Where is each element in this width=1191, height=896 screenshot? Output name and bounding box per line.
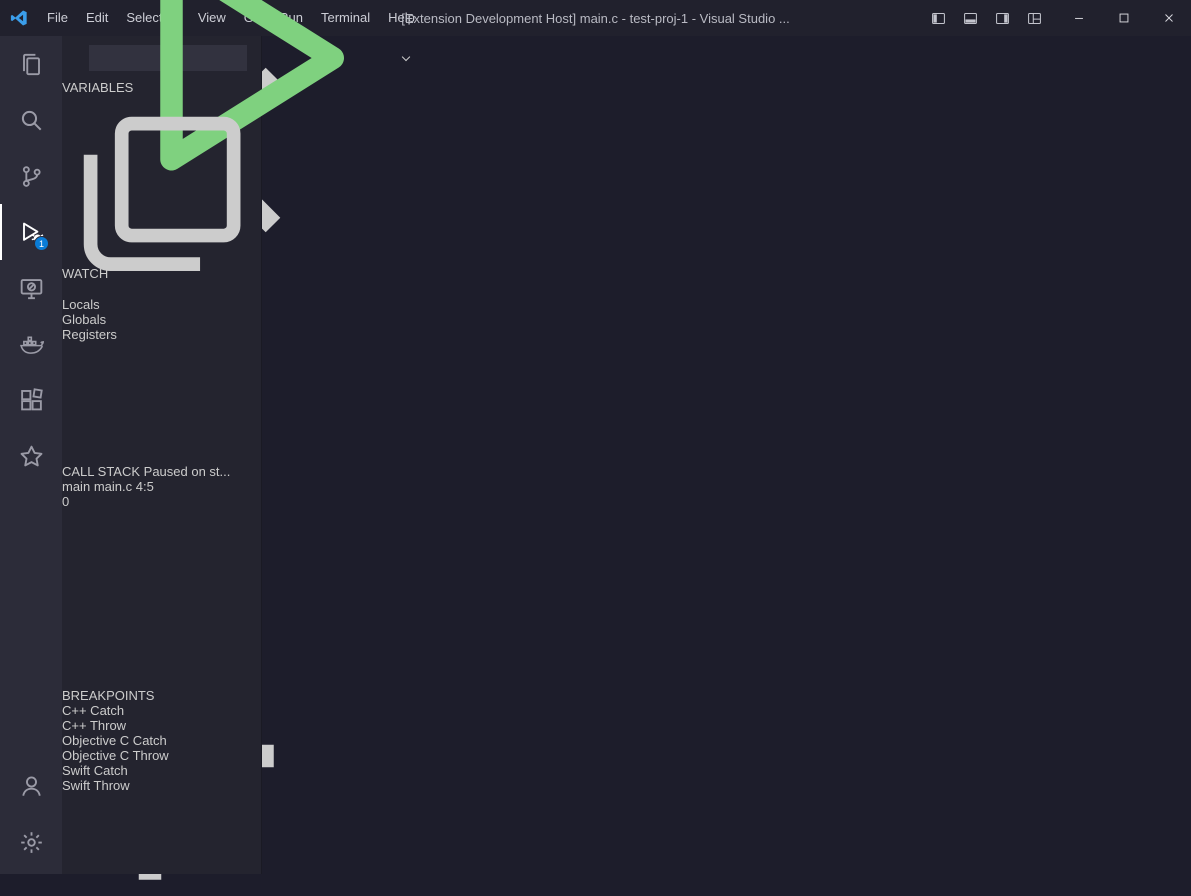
layout-sidebar-icon — [931, 11, 946, 26]
frame-name: main — [62, 479, 90, 494]
watch-section: WATCH — [62, 266, 261, 464]
breakpoint-swift-catch[interactable]: Swift Catch — [62, 763, 261, 778]
activity-explorer[interactable] — [0, 36, 62, 92]
menu-file[interactable]: File — [38, 0, 77, 36]
toggle-secondary-sidebar-button[interactable] — [986, 4, 1018, 32]
frame-position: 4:5 — [136, 479, 154, 494]
settings-gear-icon — [19, 830, 44, 855]
variables-header[interactable]: VARIABLES — [62, 80, 261, 297]
frame-file: main.c — [94, 479, 132, 494]
breakpoints-title: BREAKPOINTS — [62, 688, 154, 703]
minimize-button[interactable] — [1056, 0, 1101, 36]
variables-title: VARIABLES — [62, 80, 133, 95]
breakpoint-objective-c-catch[interactable]: Objective C Catch — [62, 733, 261, 748]
breakpoint-c-throw[interactable]: C++ Throw — [62, 718, 261, 733]
breakpoint-label: C++ Catch — [62, 703, 124, 718]
activity-wamr-ide[interactable] — [0, 428, 62, 484]
search-icon — [19, 108, 44, 133]
sidebar-toolbar: No Configurat — [62, 36, 261, 80]
activity-account[interactable] — [0, 758, 62, 814]
breakpoint-label: Swift Throw — [62, 778, 130, 793]
activity-bar: 1 — [0, 36, 62, 874]
collapse-all-icon[interactable] — [62, 95, 261, 294]
callstack-section: CALL STACK Paused on st... main main.c 4… — [62, 464, 261, 688]
activity-settings[interactable] — [0, 814, 62, 870]
callstack-title: CALL STACK — [62, 464, 140, 479]
window-controls — [1056, 0, 1191, 36]
breakpoint-swift-throw[interactable]: Swift Throw — [62, 778, 261, 793]
watch-header[interactable]: WATCH — [62, 266, 261, 281]
star-icon — [19, 444, 44, 469]
customize-layout-button[interactable] — [1018, 4, 1050, 32]
maximize-icon — [1117, 11, 1131, 25]
toggle-sidebar-button[interactable] — [922, 4, 954, 32]
extensions-icon — [19, 388, 44, 413]
activity-docker[interactable] — [0, 316, 62, 372]
source-control-icon — [19, 164, 44, 189]
debug-sidebar: No Configurat VARIABLES LocalsGlobalsReg… — [62, 36, 262, 874]
activity-extensions[interactable] — [0, 372, 62, 428]
minimize-icon — [1072, 11, 1086, 25]
callstack-frame-main[interactable]: main main.c 4:5 — [62, 479, 261, 494]
vscode-logo — [0, 0, 38, 36]
docker-icon — [19, 332, 44, 357]
close-icon — [1162, 11, 1176, 25]
layout-panel-icon — [963, 11, 978, 26]
close-window-button[interactable] — [1146, 0, 1191, 36]
window-title: [Extension Development Host] main.c - te… — [401, 11, 789, 26]
callstack-header[interactable]: CALL STACK Paused on st... — [62, 464, 261, 479]
breakpoints-header[interactable]: BREAKPOINTS — [62, 688, 261, 703]
activity-remote-explorer[interactable] — [0, 260, 62, 316]
vscode-window: FileEditSelectionViewGoRunTerminalHelp [… — [0, 0, 1191, 896]
breakpoint-label: Swift Catch — [62, 763, 128, 778]
callstack-status: Paused on st... — [144, 464, 231, 479]
maximize-button[interactable] — [1101, 0, 1146, 36]
breakpoint-label: Objective C Catch — [62, 733, 167, 748]
toggle-panel-button[interactable] — [954, 4, 986, 32]
breakpoint-c-catch[interactable]: C++ Catch — [62, 703, 261, 718]
breakpoints-section: BREAKPOINTS C++ CatchC++ ThrowObjective … — [62, 688, 261, 874]
callstack-badge: 0 — [62, 494, 261, 509]
debug-config-dropdown[interactable]: No Configurat — [89, 45, 247, 71]
titlebar-right — [922, 0, 1191, 36]
breakpoint-label: Objective C Throw — [62, 748, 169, 763]
vscode-logo-icon — [10, 9, 28, 27]
breakpoint-label: C++ Throw — [62, 718, 126, 733]
activity-source-control[interactable] — [0, 148, 62, 204]
activity-search[interactable] — [0, 92, 62, 148]
activity-items: 1 — [0, 36, 62, 484]
layout-controls — [922, 4, 1050, 32]
activity-bottom — [0, 758, 62, 870]
activity-badge: 1 — [34, 236, 49, 251]
layout-sidebar-right-icon — [995, 11, 1010, 26]
watch-title: WATCH — [62, 266, 108, 281]
breakpoint-objective-c-throw[interactable]: Objective C Throw — [62, 748, 261, 763]
chevron-down-icon — [401, 53, 411, 63]
variables-section: VARIABLES LocalsGlobalsRegisters — [62, 80, 261, 266]
activity-run-debug[interactable]: 1 — [0, 204, 62, 260]
account-icon — [19, 774, 44, 799]
breakpoints-list: C++ CatchC++ ThrowObjective C CatchObjec… — [62, 703, 261, 793]
layout-customize-icon — [1027, 11, 1042, 26]
remote-explorer-icon — [19, 276, 44, 301]
files-icon — [19, 52, 44, 77]
